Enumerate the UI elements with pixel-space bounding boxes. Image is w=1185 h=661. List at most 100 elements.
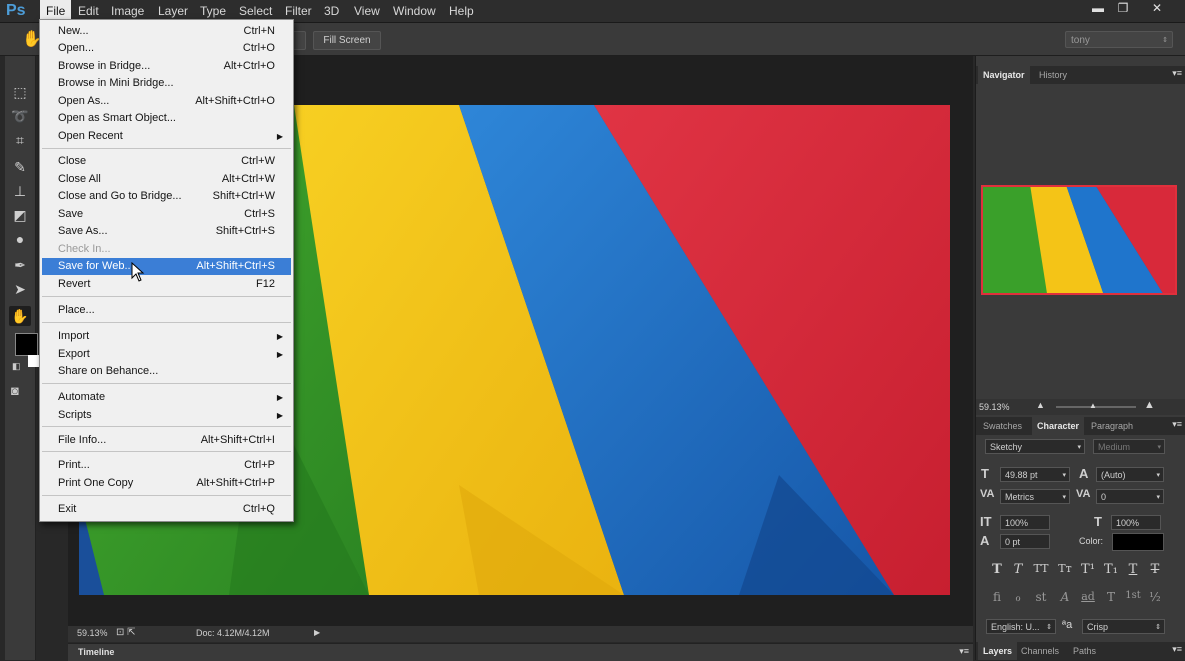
menu-item-automate[interactable]: Automate ▶ xyxy=(42,389,291,406)
restore-icon[interactable]: ❐ xyxy=(1108,0,1138,16)
tab-swatches[interactable]: Swatches xyxy=(978,417,1027,435)
tab-channels[interactable]: Channels xyxy=(1016,642,1064,660)
menu-separator xyxy=(42,495,291,496)
brush-tool-icon[interactable]: ✎ xyxy=(9,157,31,177)
menu-item-print-one-copy[interactable]: Print One Copy Alt+Shift+Ctrl+P xyxy=(42,475,291,492)
stamp-tool-icon[interactable]: ⊥ xyxy=(9,181,31,201)
tab-paths[interactable]: Paths xyxy=(1068,642,1101,660)
panel-menu-icon[interactable]: ▾≡ xyxy=(959,646,969,657)
menu-item-file-info[interactable]: File Info... Alt+Shift+Ctrl+I xyxy=(42,432,291,449)
tab-navigator[interactable]: Navigator xyxy=(978,66,1030,84)
language-select[interactable]: English: U... ⇕ xyxy=(986,619,1056,634)
zoom-in-icon[interactable]: ▲ xyxy=(1144,399,1155,411)
swash-button[interactable]: A xyxy=(1056,590,1074,604)
status-doc-size: Doc: 4.12M/4.12M xyxy=(196,628,270,638)
user-select[interactable]: tony ⇕ xyxy=(1065,31,1173,48)
menu-item-save[interactable]: Save Ctrl+S xyxy=(42,206,291,223)
menu-item-exit[interactable]: Exit Ctrl+Q xyxy=(42,501,291,518)
lasso-tool-icon[interactable]: ➰ xyxy=(9,106,31,126)
all-caps-button[interactable]: TT xyxy=(1032,562,1050,575)
underline-button[interactable]: T xyxy=(1124,562,1142,577)
discretionary-ligatures-button[interactable]: st xyxy=(1032,590,1050,604)
vertical-scale-field[interactable]: 100% xyxy=(1000,515,1050,530)
menu-separator xyxy=(42,426,291,427)
menu-item-browse-in-bridge[interactable]: Browse in Bridge... Alt+Ctrl+O xyxy=(42,58,291,75)
menu-item-export[interactable]: Export ▶ xyxy=(42,346,291,363)
font-size-field[interactable]: 49.88 pt ▾ xyxy=(1000,467,1070,482)
panel-menu-icon[interactable]: ▾≡ xyxy=(1172,419,1182,430)
menu-item-close-and-go-to-bridge[interactable]: Close and Go to Bridge... Shift+Ctrl+W xyxy=(42,188,291,205)
kerning-field[interactable]: Metrics ▾ xyxy=(1000,489,1070,504)
horizontal-scale-field[interactable]: 100% xyxy=(1111,515,1161,530)
menu-item-revert[interactable]: Revert F12 xyxy=(42,276,291,293)
leading-field[interactable]: (Auto) ▾ xyxy=(1096,467,1164,482)
swap-colors-icon[interactable]: ◧ xyxy=(12,361,21,372)
menu-item-print[interactable]: Print... Ctrl+P xyxy=(42,457,291,474)
faux-bold-button[interactable]: T xyxy=(988,562,1006,577)
hand-tool-icon[interactable]: ✋ xyxy=(9,306,31,326)
status-menu-arrow-icon[interactable]: ▶ xyxy=(314,628,320,637)
tab-history[interactable]: History xyxy=(1034,66,1072,84)
menu-item-open-as[interactable]: Open As... Alt+Shift+Ctrl+O xyxy=(42,93,291,110)
panel-menu-icon[interactable]: ▾≡ xyxy=(1172,68,1182,79)
menu-item-place[interactable]: Place... xyxy=(42,302,291,319)
menu-help[interactable]: Help xyxy=(443,0,480,22)
menu-item-new[interactable]: New... Ctrl+N xyxy=(42,23,291,40)
marquee-tool-icon[interactable]: ⬚ xyxy=(9,82,31,102)
crop-tool-icon[interactable]: ⌗ xyxy=(9,130,31,150)
path-select-tool-icon[interactable]: ➤ xyxy=(9,279,31,299)
menu-item-open-as-smart-object[interactable]: Open as Smart Object... xyxy=(42,110,291,127)
menu-item-import[interactable]: Import ▶ xyxy=(42,328,291,345)
blur-tool-icon[interactable]: ● xyxy=(9,229,31,249)
faux-italic-button[interactable]: T xyxy=(1009,562,1027,577)
quick-mask-icon[interactable]: ◙ xyxy=(11,383,19,398)
menu-item-open[interactable]: Open... Ctrl+O xyxy=(42,40,291,57)
zoom-slider-handle[interactable]: ▲ xyxy=(1089,401,1097,410)
layers-tabs: Layers Channels Paths ▾≡ xyxy=(976,642,1185,660)
text-color-swatch[interactable] xyxy=(1112,533,1164,551)
menu-item-share-on-behance[interactable]: Share on Behance... xyxy=(42,363,291,380)
panel-menu-icon[interactable]: ▾≡ xyxy=(1172,644,1182,655)
zoom-out-icon[interactable]: ▲ xyxy=(1036,400,1045,410)
menu-window[interactable]: Window xyxy=(387,0,442,22)
stylistic-alternates-button[interactable]: ad xyxy=(1079,590,1097,603)
ordinals-button[interactable]: 1st xyxy=(1124,590,1142,601)
navigator-zoom-value[interactable]: 59.13% xyxy=(979,402,1010,412)
timeline-tab[interactable]: Timeline xyxy=(78,647,114,657)
status-icons[interactable]: ⊡ ⇱ xyxy=(116,627,136,638)
fractions-button[interactable]: ½ xyxy=(1146,590,1164,604)
menu-view[interactable]: View xyxy=(348,0,386,22)
foreground-color-swatch[interactable] xyxy=(15,333,38,356)
menu-item-save-as[interactable]: Save As... Shift+Ctrl+S xyxy=(42,223,291,240)
menu-3d[interactable]: 3D xyxy=(318,0,345,22)
close-icon[interactable]: ✕ xyxy=(1142,0,1172,16)
tracking-field[interactable]: 0 ▾ xyxy=(1096,489,1164,504)
font-family-select[interactable]: Sketchy ▾ xyxy=(985,439,1085,454)
menu-item-open-recent[interactable]: Open Recent ▶ xyxy=(42,128,291,145)
tab-paragraph[interactable]: Paragraph xyxy=(1086,417,1138,435)
menu-item-close-all[interactable]: Close All Alt+Ctrl+W xyxy=(42,171,291,188)
submenu-arrow-icon: ▶ xyxy=(276,332,283,341)
titling-alternates-button[interactable]: T xyxy=(1102,590,1120,604)
ligatures-button[interactable]: fi xyxy=(988,590,1006,604)
superscript-button[interactable]: T¹ xyxy=(1079,562,1097,577)
menu-item-label: Print One Copy xyxy=(58,477,134,489)
eraser-tool-icon[interactable]: ◩ xyxy=(9,205,31,225)
menu-item-close[interactable]: Close Ctrl+W xyxy=(42,153,291,170)
menu-item-save-for-web[interactable]: Save for Web... Alt+Shift+Ctrl+S xyxy=(42,258,291,275)
strikethrough-button[interactable]: T xyxy=(1146,562,1164,577)
small-caps-button[interactable]: Tт xyxy=(1056,562,1074,575)
menu-item-scripts[interactable]: Scripts ▶ xyxy=(42,407,291,424)
old-style-button[interactable]: ℴ xyxy=(1009,590,1027,604)
baseline-shift-field[interactable]: 0 pt xyxy=(1000,534,1050,549)
status-zoom[interactable]: 59.13% xyxy=(77,628,108,638)
font-style-select[interactable]: Medium ▾ xyxy=(1093,439,1165,454)
pen-tool-icon[interactable]: ✒ xyxy=(9,255,31,275)
menu-item-browse-in-mini-bridge[interactable]: Browse in Mini Bridge... xyxy=(42,75,291,92)
antialias-select[interactable]: Crisp ⇕ xyxy=(1082,619,1165,634)
navigator-thumbnail[interactable] xyxy=(981,185,1177,295)
fill-screen-button[interactable]: Fill Screen xyxy=(313,31,381,50)
tab-character[interactable]: Character xyxy=(1032,417,1085,435)
tab-layers[interactable]: Layers xyxy=(978,642,1018,660)
subscript-button[interactable]: T₁ xyxy=(1102,562,1120,577)
